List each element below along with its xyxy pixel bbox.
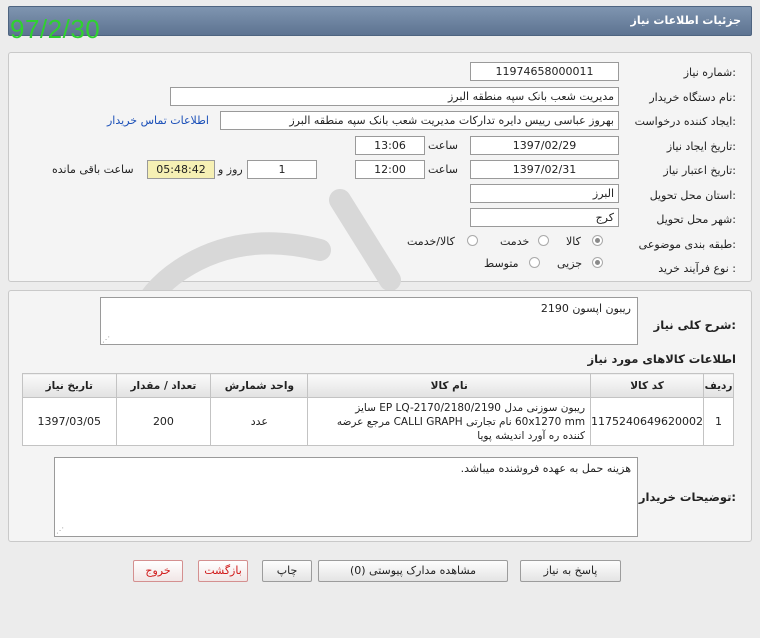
resize-handle-icon[interactable]: ⋰ (56, 526, 64, 535)
created-date-label: تاریخ ایجاد نیاز: (666, 140, 736, 153)
row-date: 1397/03/05 (22, 397, 117, 446)
remaining-label: ساعت باقی مانده (52, 163, 134, 176)
need-number-field: 11974658000011 (470, 62, 619, 81)
category-radio-both[interactable] (467, 235, 478, 246)
valid-date-field: 1397/02/31 (470, 160, 619, 179)
need-number-label: شماره نیاز: (683, 66, 736, 79)
province-field: البرز (470, 184, 619, 203)
buyer-org-label: نام دستگاه خریدار: (649, 91, 736, 104)
row-code: 1175240649620002 (590, 397, 705, 446)
buyer-org-field: مدیریت شعب بانک سپه منطقه البرز (170, 87, 619, 106)
process-label: نوع فرآیند خرید : (658, 262, 736, 275)
category-option-service: خدمت (500, 235, 530, 248)
row-unit: عدد (210, 397, 309, 446)
col-name-header: نام کالا (307, 373, 592, 398)
city-field: کرج (470, 208, 619, 227)
process-radio-minor[interactable] (592, 257, 603, 268)
items-table-header: ردیف کد کالا نام کالا واحد شمارش تعداد /… (22, 373, 734, 398)
remaining-time-field: 05:48:42 (147, 160, 215, 179)
col-unit-header: واحد شمارش (210, 373, 309, 398)
col-code-header: کد کالا (590, 373, 705, 398)
exit-button[interactable]: خروج (133, 560, 183, 582)
col-index-header: ردیف (703, 373, 734, 398)
table-row: 1 1175240649620002 ریبون سوزنی مدل EP LQ… (22, 397, 734, 446)
buyer-notes-box: هزینه حمل به عهده فروشنده میباشد. (54, 457, 638, 537)
created-date-field: 1397/02/29 (470, 136, 619, 155)
category-option-both: کالا/خدمت (407, 235, 455, 248)
process-option-medium: متوسط (484, 257, 519, 270)
date-stamp: 97/2/30 (10, 14, 101, 44)
buyer-notes-label: توضیحات خریدار: (638, 490, 736, 504)
col-date-header: تاریخ نیاز (22, 373, 117, 398)
print-button[interactable]: چاپ (262, 560, 312, 582)
description-box: ریبون اپسون 2190 (100, 297, 638, 345)
back-button[interactable]: بازگشت (198, 560, 248, 582)
days-label: روز و (218, 163, 243, 176)
valid-time-label: ساعت (428, 163, 458, 176)
buyer-contact-link[interactable]: اطلاعات تماس خریدار (107, 114, 209, 127)
days-field: 1 (247, 160, 317, 179)
province-label: استان محل تحویل: (649, 189, 736, 202)
description-label: شرح کلی نیاز: (653, 318, 736, 332)
category-option-goods: کالا (566, 235, 581, 248)
resize-handle-icon[interactable]: ⋰ (102, 335, 110, 344)
page-header: جزئیات اطلاعات نیاز (8, 6, 752, 36)
category-radio-service[interactable] (538, 235, 549, 246)
items-section-title: اطلاعات کالاهای مورد نیاز (587, 352, 736, 366)
city-label: شهر محل تحویل: (656, 213, 736, 226)
view-attachments-button[interactable]: مشاهده مدارک پیوستی (0) (318, 560, 508, 582)
items-table: ردیف کد کالا نام کالا واحد شمارش تعداد /… (22, 373, 734, 446)
category-label: طبقه بندی موضوعی: (638, 238, 736, 251)
row-index: 1 (703, 397, 734, 446)
created-time-field: 13:06 (355, 136, 425, 155)
reply-button[interactable]: پاسخ به نیاز (520, 560, 621, 582)
row-qty: 200 (115, 397, 212, 446)
category-radio-goods[interactable] (592, 235, 603, 246)
row-name: ریبون سوزنی مدل EP LQ-2170/2180/2190 سای… (307, 397, 592, 446)
page-title: جزئیات اطلاعات نیاز (630, 14, 742, 27)
valid-date-label: تاریخ اعتبار نیاز: (663, 164, 736, 177)
creator-field: بهروز عباسی رییس دایره تدارکات مدیریت شع… (220, 111, 619, 130)
valid-time-field: 12:00 (355, 160, 425, 179)
col-qty-header: تعداد / مقدار (115, 373, 212, 398)
process-option-minor: جزیی (557, 257, 583, 270)
process-radio-medium[interactable] (529, 257, 540, 268)
created-time-label: ساعت (428, 139, 458, 152)
creator-label: ایجاد کننده درخواست: (634, 115, 736, 128)
